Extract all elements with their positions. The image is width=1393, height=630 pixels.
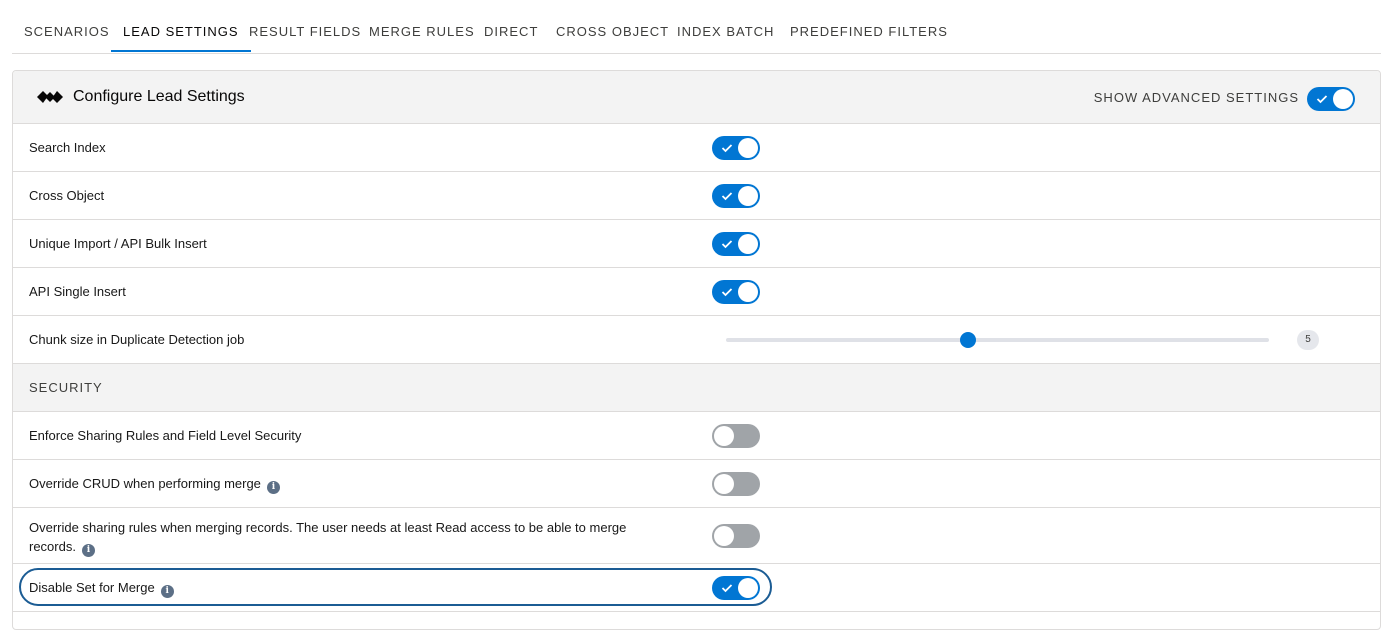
setting-label: Disable Set for Merge <box>29 580 155 595</box>
info-icon[interactable]: i <box>266 481 280 494</box>
tab-scenarios[interactable]: SCENARIOS <box>12 0 122 52</box>
tab-bar: SCENARIOS LEAD SETTINGS RESULT FIELDS ME… <box>12 0 1381 54</box>
unique-import-toggle[interactable] <box>712 232 760 256</box>
setting-row-cross-object: Cross Object <box>13 172 1380 220</box>
override-sharing-toggle[interactable] <box>712 524 760 548</box>
setting-label-wrap: Override CRUD when performing merge i <box>29 476 280 494</box>
search-index-toggle[interactable] <box>712 136 760 160</box>
setting-row-disable-set-for-merge: Disable Set for Merge i <box>13 564 1380 612</box>
setting-label: Override CRUD when performing merge <box>29 476 261 491</box>
setting-label: Override sharing rules when merging reco… <box>29 520 627 554</box>
tab-predefined-filters[interactable]: PREDEFINED FILTERS <box>778 0 960 52</box>
tab-result-fields[interactable]: RESULT FIELDS <box>237 0 373 52</box>
chunk-size-value-badge: 5 <box>1297 330 1319 350</box>
disable-set-for-merge-toggle[interactable] <box>712 576 760 600</box>
enforce-sharing-toggle[interactable] <box>712 424 760 448</box>
tab-merge-rules[interactable]: MERGE RULES <box>357 0 487 52</box>
toggle-knob <box>738 186 758 206</box>
api-single-insert-toggle[interactable] <box>712 280 760 304</box>
check-icon <box>721 288 733 297</box>
security-section-header: SECURITY <box>13 364 1380 412</box>
setting-label: Search Index <box>29 140 106 155</box>
setting-row-chunk-size: Chunk size in Duplicate Detection job 5 <box>13 316 1380 364</box>
card-header: Configure Lead Settings SHOW ADVANCED SE… <box>13 71 1380 124</box>
check-icon <box>721 584 733 593</box>
check-icon <box>1316 95 1328 104</box>
setting-label: Unique Import / API Bulk Insert <box>29 236 207 251</box>
chunk-size-slider[interactable] <box>726 332 1269 348</box>
info-icon[interactable]: i <box>81 544 95 557</box>
lead-settings-card: Configure Lead Settings SHOW ADVANCED SE… <box>12 70 1381 630</box>
tab-direct[interactable]: DIRECT <box>472 0 550 52</box>
setting-row-search-index: Search Index <box>13 124 1380 172</box>
setting-label: Chunk size in Duplicate Detection job <box>29 332 245 347</box>
setting-label: Enforce Sharing Rules and Field Level Se… <box>29 428 302 443</box>
setting-label-wrap: Disable Set for Merge i <box>29 580 174 598</box>
slider-thumb[interactable] <box>959 332 976 348</box>
toggle-knob <box>714 474 734 494</box>
page-title: Configure Lead Settings <box>73 88 245 105</box>
tab-lead-settings[interactable]: LEAD SETTINGS <box>111 0 251 52</box>
duplicate-check-logo-icon <box>37 91 63 103</box>
toggle-knob <box>738 578 758 598</box>
section-title: SECURITY <box>29 380 103 395</box>
setting-label: Cross Object <box>29 188 105 203</box>
setting-row-unique-import: Unique Import / API Bulk Insert <box>13 220 1380 268</box>
cross-object-toggle[interactable] <box>712 184 760 208</box>
check-icon <box>721 240 733 249</box>
setting-label: API Single Insert <box>29 284 126 299</box>
override-crud-toggle[interactable] <box>712 472 760 496</box>
toggle-knob <box>714 526 734 546</box>
advanced-settings-toggle[interactable] <box>1307 87 1355 111</box>
toggle-knob <box>1333 89 1353 109</box>
info-icon[interactable]: i <box>160 585 174 598</box>
setting-row-override-crud: Override CRUD when performing merge i <box>13 460 1380 508</box>
toggle-knob <box>714 426 734 446</box>
tab-index-batch[interactable]: INDEX BATCH <box>665 0 786 52</box>
check-icon <box>721 144 733 153</box>
setting-row-enforce-sharing: Enforce Sharing Rules and Field Level Se… <box>13 412 1380 460</box>
toggle-knob <box>738 234 758 254</box>
toggle-knob <box>738 282 758 302</box>
tab-cross-object[interactable]: CROSS OBJECT <box>544 0 681 52</box>
setting-label-wrap: Override sharing rules when merging reco… <box>29 518 669 557</box>
advanced-settings-label: SHOW ADVANCED SETTINGS <box>1093 90 1299 105</box>
setting-row-override-sharing: Override sharing rules when merging reco… <box>13 508 1380 564</box>
check-icon <box>721 192 733 201</box>
toggle-knob <box>738 138 758 158</box>
setting-row-api-single-insert: API Single Insert <box>13 268 1380 316</box>
